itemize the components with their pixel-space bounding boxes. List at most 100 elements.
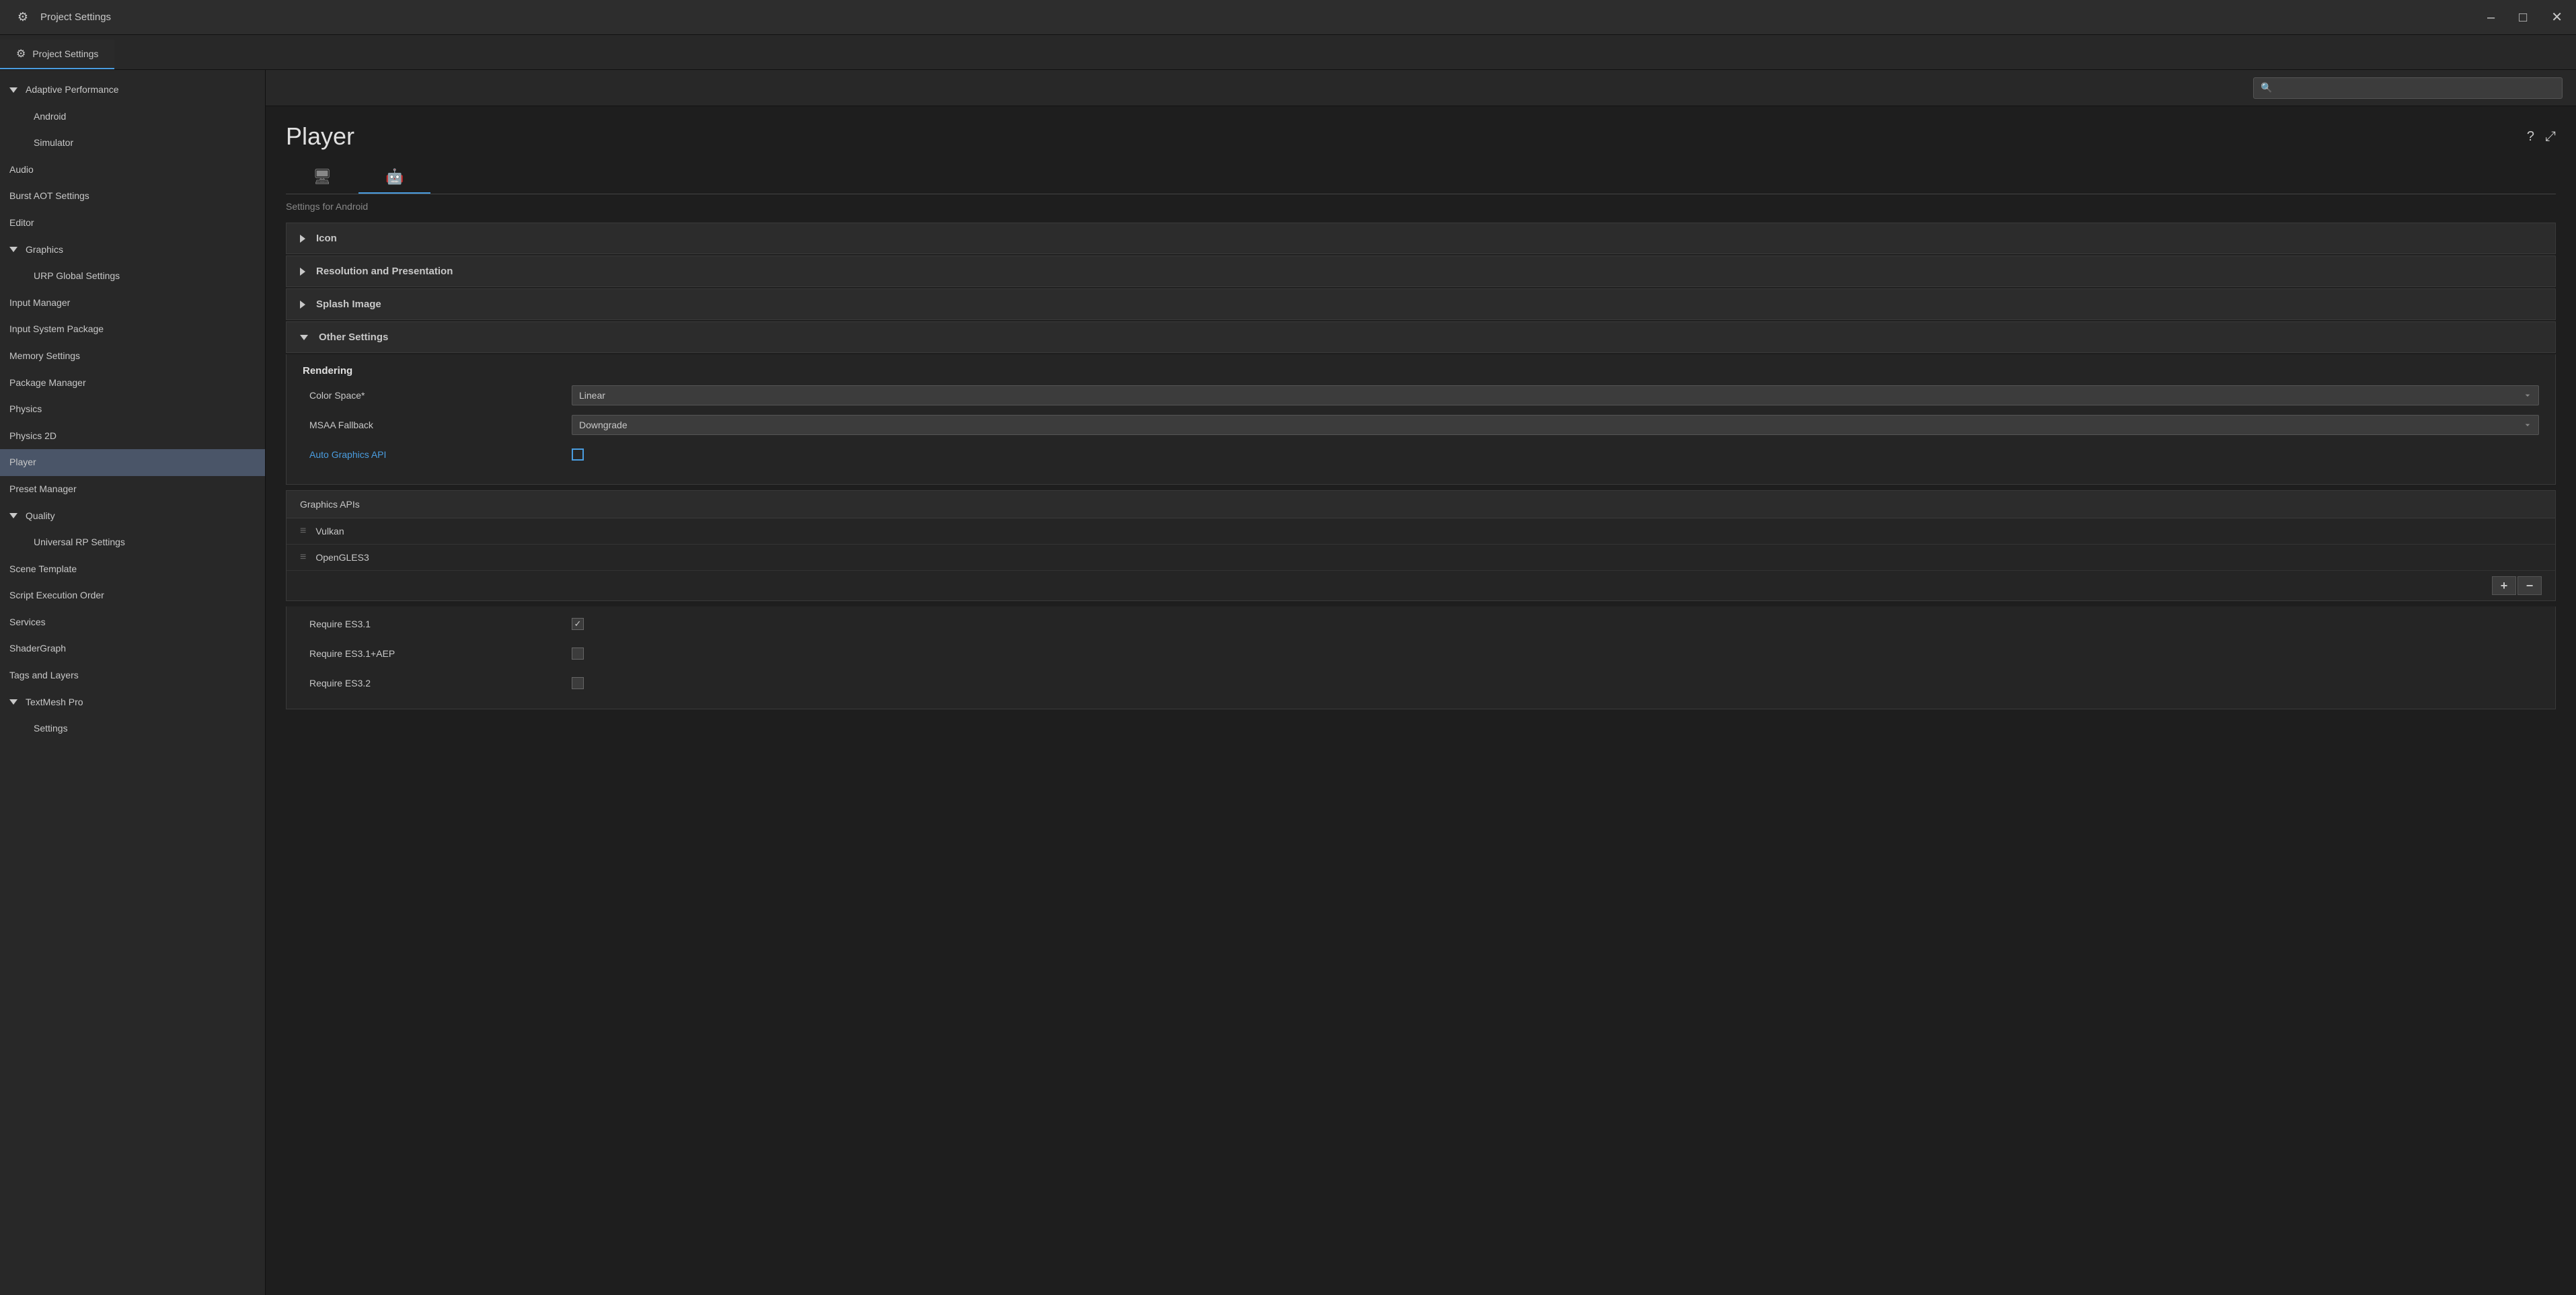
require-es32-row: Require ES3.2 [303, 672, 2539, 694]
expand-icon [9, 87, 17, 93]
require-es31-aep-value [572, 648, 2539, 660]
drag-handle-icon[interactable]: ≡ [300, 525, 306, 537]
sidebar-item-android[interactable]: Android [0, 104, 265, 130]
platform-tabs: 🖥 🤖 [286, 161, 2556, 194]
section-header-resolution[interactable]: Resolution and Presentation [286, 256, 2556, 287]
collapse-icon [300, 268, 305, 276]
msaa-fallback-select[interactable]: Downgrade None [572, 415, 2539, 435]
color-space-value: Linear Gamma [572, 385, 2539, 405]
graphics-api-vulkan: ≡ Vulkan [287, 518, 2555, 545]
require-es31-aep-label: Require ES3.1+AEP [303, 648, 572, 659]
tab-bar: ⚙ Project Settings [0, 35, 2576, 70]
require-es31-label: Require ES3.1 [303, 619, 572, 629]
auto-graphics-api-checkbox[interactable] [572, 448, 584, 461]
content-area: 🔍 Player ? ⤢ 🖥 🤖 [266, 70, 2576, 1295]
auto-graphics-api-label[interactable]: Auto Graphics API [303, 449, 572, 460]
tab-label: Project Settings [32, 48, 98, 59]
main-layout: Adaptive Performance Android Simulator A… [0, 70, 2576, 1295]
tab-android[interactable]: 🤖 [358, 161, 430, 194]
sidebar-item-textmesh-settings[interactable]: Settings [0, 715, 265, 742]
sidebar-item-input-system[interactable]: Input System Package [0, 316, 265, 343]
msaa-fallback-value: Downgrade None [572, 415, 2539, 435]
graphics-apis-header: Graphics APIs [287, 491, 2555, 518]
player-header: Player ? ⤢ [266, 106, 2576, 161]
color-space-select[interactable]: Linear Gamma [572, 385, 2539, 405]
sidebar-item-script-execution[interactable]: Script Execution Order [0, 582, 265, 609]
title-bar-text: Project Settings [40, 11, 111, 23]
sidebar-item-input-manager[interactable]: Input Manager [0, 290, 265, 317]
search-input[interactable] [2276, 83, 2555, 93]
sidebar-item-burst-aot[interactable]: Burst AOT Settings [0, 183, 265, 210]
section-body-other: Rendering Color Space* Linear Gamma MSAA… [286, 354, 2556, 485]
drag-handle-icon[interactable]: ≡ [300, 551, 306, 563]
sidebar-item-memory-settings[interactable]: Memory Settings [0, 343, 265, 370]
auto-graphics-api-row: Auto Graphics API [303, 444, 2539, 465]
require-es32-checkbox[interactable] [572, 677, 584, 689]
desktop-icon: 🖥 [313, 168, 332, 186]
collapse-icon [300, 235, 305, 243]
expand-icon [9, 513, 17, 518]
maximize-button[interactable]: □ [2519, 11, 2527, 24]
section-header-other[interactable]: Other Settings [286, 321, 2556, 353]
require-es31-checkbox[interactable] [572, 618, 584, 630]
require-es32-value [572, 677, 2539, 689]
require-es31-row: Require ES3.1 [303, 613, 2539, 635]
graphics-apis-section: Graphics APIs ≡ Vulkan ≡ OpenGLES3 + − [286, 490, 2556, 601]
expand-icon [9, 247, 17, 252]
require-es31-aep-row: Require ES3.1+AEP [303, 643, 2539, 664]
sidebar-item-adaptive-performance[interactable]: Adaptive Performance [0, 77, 265, 104]
require-es31-value [572, 618, 2539, 630]
rendering-header: Rendering [303, 365, 2539, 377]
opengles3-label: OpenGLES3 [315, 552, 369, 563]
add-api-button[interactable]: + [2492, 576, 2516, 595]
gear-icon: ⚙ [16, 47, 26, 61]
title-bar: ⚙ Project Settings – □ ✕ [0, 0, 2576, 35]
content-scroll: Player ? ⤢ 🖥 🤖 Settings for Android [266, 106, 2576, 1295]
settings-for-label: Settings for Android [286, 201, 2556, 212]
section-header-splash[interactable]: Splash Image [286, 288, 2556, 320]
sidebar-item-editor[interactable]: Editor [0, 210, 265, 237]
sidebar: Adaptive Performance Android Simulator A… [0, 70, 266, 1295]
search-icon: 🔍 [2261, 82, 2272, 93]
color-space-label: Color Space* [303, 390, 572, 401]
sidebar-item-player[interactable]: Player [0, 449, 265, 476]
sidebar-item-physics[interactable]: Physics [0, 396, 265, 423]
player-actions: ? ⤢ [2527, 129, 2556, 145]
section-header-icon[interactable]: Icon [286, 223, 2556, 254]
search-box[interactable]: 🔍 [2253, 77, 2563, 99]
graphics-api-opengles3: ≡ OpenGLES3 [287, 545, 2555, 571]
sidebar-item-quality[interactable]: Quality [0, 503, 265, 530]
tab-project-settings[interactable]: ⚙ Project Settings [0, 40, 114, 69]
android-icon: 🤖 [385, 168, 404, 186]
auto-graphics-api-value [572, 448, 2539, 461]
vulkan-label: Vulkan [315, 526, 344, 537]
sidebar-item-graphics[interactable]: Graphics [0, 237, 265, 264]
msaa-fallback-label: MSAA Fallback [303, 420, 572, 430]
help-button[interactable]: ? [2527, 129, 2534, 145]
sidebar-item-preset-manager[interactable]: Preset Manager [0, 476, 265, 503]
sidebar-item-scene-template[interactable]: Scene Template [0, 556, 265, 583]
color-space-row: Color Space* Linear Gamma [303, 385, 2539, 406]
app-icon: ⚙ [13, 8, 32, 27]
remove-api-button[interactable]: − [2517, 576, 2542, 595]
search-bar-row: 🔍 [266, 70, 2576, 106]
sidebar-item-shadergraph[interactable]: ShaderGraph [0, 635, 265, 662]
tab-desktop[interactable]: 🖥 [286, 161, 358, 194]
msaa-fallback-row: MSAA Fallback Downgrade None [303, 414, 2539, 436]
sidebar-item-audio[interactable]: Audio [0, 157, 265, 184]
sidebar-item-services[interactable]: Services [0, 609, 265, 636]
close-button[interactable]: ✕ [2551, 11, 2563, 24]
sidebar-item-textmesh-pro[interactable]: TextMesh Pro [0, 689, 265, 716]
require-es31-aep-checkbox[interactable] [572, 648, 584, 660]
window-controls: – □ ✕ [2487, 11, 2563, 24]
sidebar-item-package-manager[interactable]: Package Manager [0, 370, 265, 397]
require-es32-label: Require ES3.2 [303, 678, 572, 689]
expand-icon [9, 699, 17, 705]
minimize-button[interactable]: – [2487, 11, 2495, 24]
sidebar-item-universal-rp[interactable]: Universal RP Settings [0, 529, 265, 556]
sidebar-item-tags-and-layers[interactable]: Tags and Layers [0, 662, 265, 689]
sidebar-item-simulator[interactable]: Simulator [0, 130, 265, 157]
sidebar-item-urp-global[interactable]: URP Global Settings [0, 263, 265, 290]
expand-button[interactable]: ⤢ [2545, 129, 2556, 145]
sidebar-item-physics-2d[interactable]: Physics 2D [0, 423, 265, 450]
